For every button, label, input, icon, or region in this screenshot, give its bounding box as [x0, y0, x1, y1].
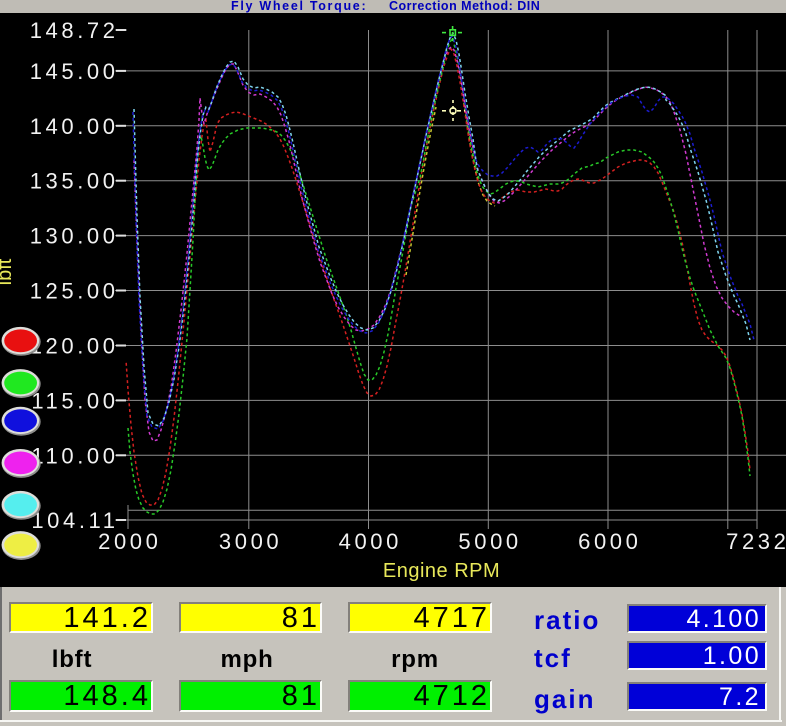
svg-text:6000: 6000 — [578, 529, 641, 554]
svg-text:125.00: 125.00 — [30, 279, 119, 304]
svg-text:120.00: 120.00 — [30, 334, 119, 359]
svg-text:2000: 2000 — [98, 529, 161, 554]
svg-text:130.00: 130.00 — [30, 224, 119, 249]
svg-text:115.00: 115.00 — [31, 388, 118, 413]
svg-text:5000: 5000 — [458, 529, 521, 554]
svg-text:145.00: 145.00 — [30, 59, 119, 84]
svg-text:lbft: lbft — [0, 258, 16, 285]
svg-text:140.00: 140.00 — [30, 114, 119, 139]
svg-text:4000: 4000 — [339, 529, 402, 554]
svg-text:7232: 7232 — [726, 529, 786, 554]
svg-text:135.00: 135.00 — [30, 169, 119, 194]
svg-text:148.72: 148.72 — [30, 18, 119, 43]
svg-text:3000: 3000 — [219, 529, 282, 554]
svg-text:110.00: 110.00 — [31, 443, 118, 468]
svg-text:Engine RPM: Engine RPM — [383, 560, 500, 582]
